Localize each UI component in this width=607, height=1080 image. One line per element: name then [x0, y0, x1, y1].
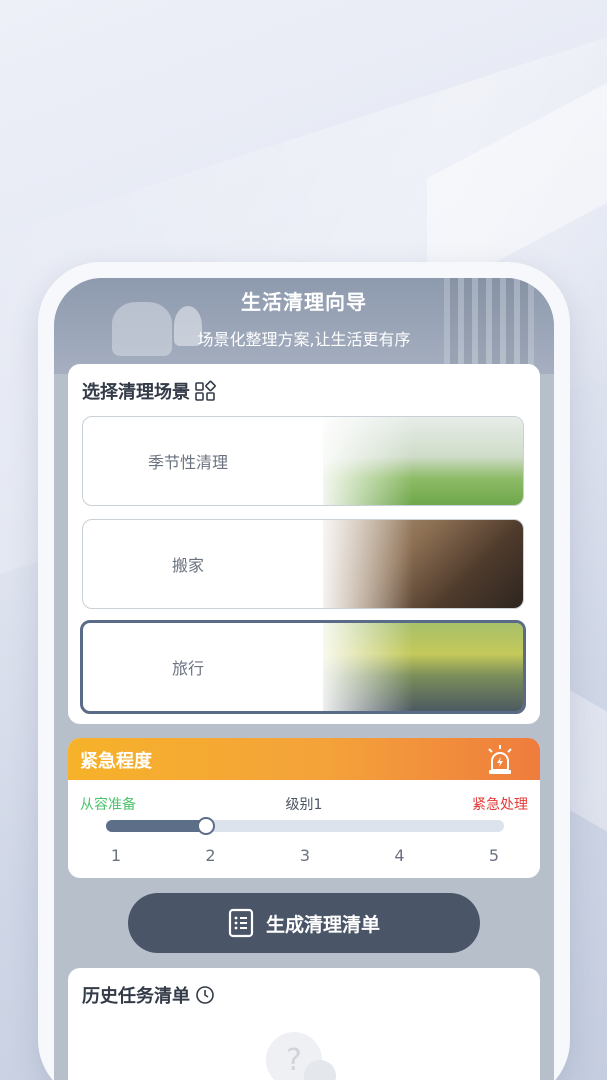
scene-section-title-text: 选择清理场景: [82, 382, 190, 403]
image-fade: [313, 520, 413, 608]
scene-option-travel[interactable]: 旅行: [80, 620, 526, 714]
generate-list-button[interactable]: 生成清理清单: [128, 893, 480, 953]
phone-frame: 生活清理向导 场景化整理方案,让生活更有序 选择清理场景 季节性清理 搬家 旅行…: [38, 262, 570, 1080]
generate-list-label: 生成清理清单: [265, 913, 380, 936]
urgency-card: 紧急程度 从容准备 级别1 紧急处理 12345: [68, 738, 540, 878]
urgent-label: 紧急处理: [472, 797, 528, 813]
svg-text:?: ?: [286, 1043, 302, 1078]
image-fade: [313, 623, 413, 711]
scene-option-label: 旅行: [171, 659, 204, 678]
slider-thumb[interactable]: [196, 817, 215, 835]
document-list-icon: [228, 908, 254, 938]
page-title: 生活清理向导: [241, 290, 367, 314]
image-fade: [313, 417, 413, 505]
app-screen: 生活清理向导 场景化整理方案,让生活更有序 选择清理场景 季节性清理 搬家 旅行…: [54, 278, 554, 1080]
urgency-slider[interactable]: [106, 817, 504, 835]
grid-icon: [195, 380, 216, 401]
scene-section-title: 选择清理场景: [82, 378, 216, 404]
history-title: 历史任务清单: [82, 982, 216, 1008]
current-level-label: 级别1: [285, 797, 323, 813]
scene-option-label: 季节性清理: [147, 453, 228, 472]
urgency-header: 紧急程度: [68, 738, 540, 780]
slider-tick-label: 3: [299, 846, 311, 865]
slider-tick-label: 1: [110, 846, 122, 865]
scene-option-moving[interactable]: 搬家: [82, 519, 524, 609]
history-title-text: 历史任务清单: [82, 986, 190, 1007]
slider-fill: [106, 820, 206, 832]
history-card: 历史任务清单 ?: [68, 968, 540, 1080]
alarm-icon: [488, 745, 512, 774]
page-subtitle: 场景化整理方案,让生活更有序: [197, 330, 411, 349]
urgency-title: 紧急程度: [80, 751, 152, 772]
slider-tick-label: 5: [488, 846, 500, 865]
header-banner: 生活清理向导 场景化整理方案,让生活更有序: [54, 278, 554, 374]
scene-card: 选择清理场景 季节性清理 搬家 旅行: [68, 364, 540, 724]
clock-icon: [196, 986, 214, 1004]
slider-tick-label: 4: [394, 846, 405, 865]
scene-option-seasonal[interactable]: 季节性清理: [82, 416, 524, 506]
scene-option-label: 搬家: [171, 556, 204, 575]
empty-state-question-icon: ?: [266, 1032, 336, 1080]
slider-tick-label: 2: [205, 846, 216, 865]
